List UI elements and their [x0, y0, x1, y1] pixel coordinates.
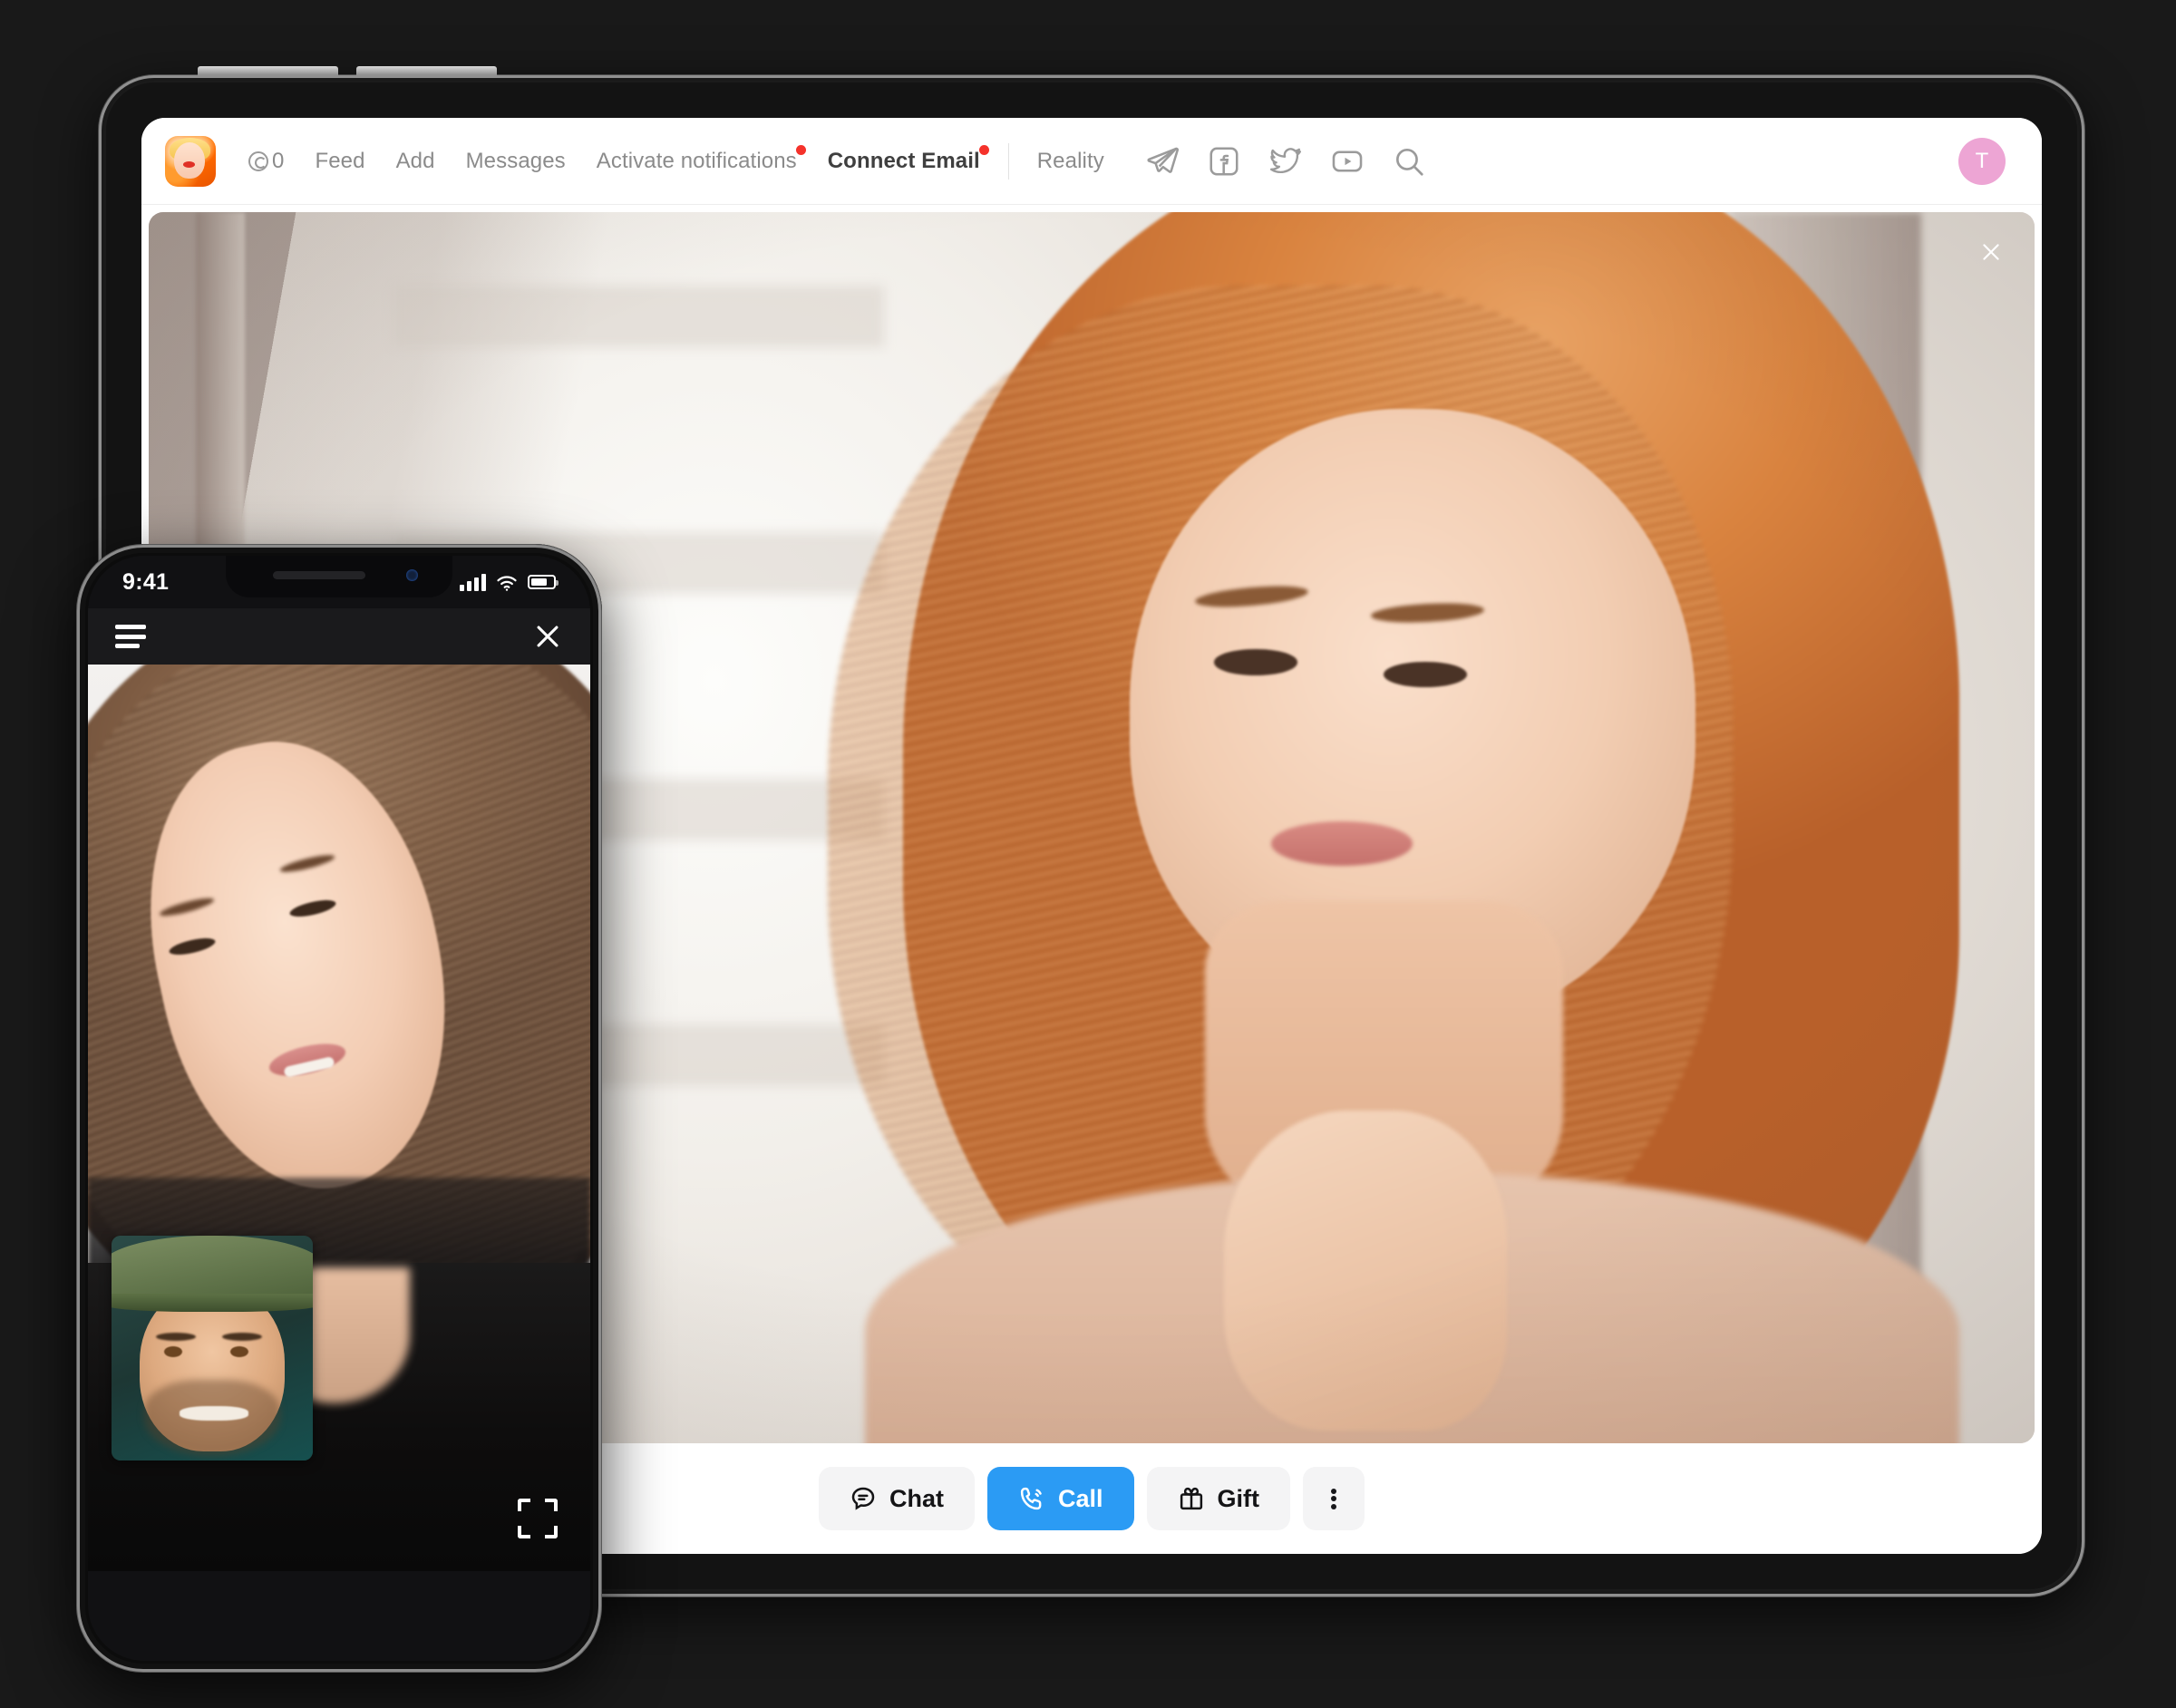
status-time: 9:41 [122, 568, 170, 595]
nav-label-add: Add [395, 148, 435, 173]
nav-item-activate-notifications[interactable]: Activate notifications [581, 141, 812, 181]
nav-item-reality[interactable]: Reality [1022, 141, 1120, 181]
social-icon-group [1145, 144, 1426, 179]
phone-video-area[interactable] [88, 665, 590, 1571]
kebab-dot [1331, 1488, 1337, 1494]
phone-status-bar: 9:41 [88, 556, 590, 608]
pip-cap [112, 1236, 313, 1304]
email-dot-badge [978, 144, 989, 155]
call-label: Call [1057, 1484, 1103, 1512]
pip-brow-right [222, 1332, 263, 1341]
nav-item-add[interactable]: Add [381, 141, 451, 181]
tablet-volume-up-button[interactable] [198, 66, 338, 75]
notification-dot-badge [795, 144, 806, 155]
chat-button[interactable]: Chat [818, 1467, 975, 1530]
call-icon [1020, 1487, 1042, 1510]
status-indicators [460, 573, 559, 591]
chat-icon [851, 1487, 875, 1510]
fullscreen-icon[interactable] [518, 1499, 558, 1538]
nav-item-coins[interactable]: 0 [243, 141, 299, 181]
gift-button[interactable]: Gift [1146, 1467, 1291, 1530]
hamburger-menu-icon[interactable] [115, 625, 146, 648]
kebab-icon [1331, 1486, 1337, 1511]
nav-divider [1007, 142, 1009, 180]
pip-eye-right [229, 1345, 248, 1357]
wifi-icon [496, 574, 518, 591]
chat-label: Chat [889, 1484, 944, 1512]
phone-screen: 9:41 [88, 556, 590, 1661]
nav-label-connect-email: Connect Email [827, 148, 980, 173]
pip-eye-left [163, 1345, 182, 1357]
pip-brow-left [155, 1332, 196, 1341]
search-icon[interactable] [1392, 144, 1426, 179]
pip-mouth [180, 1406, 248, 1422]
coin-icon [248, 150, 268, 171]
self-view-pip[interactable] [112, 1236, 313, 1461]
battery-icon [528, 575, 559, 589]
screenshot-stage: 0 Feed Add Messages Activate notificatio… [0, 0, 2176, 1708]
logo-face-shape [174, 141, 205, 179]
user-avatar[interactable]: T [1958, 137, 2006, 185]
phone-top-bar [88, 608, 590, 665]
nav-items: 0 Feed Add Messages Activate notificatio… [243, 141, 1120, 181]
nav-item-feed[interactable]: Feed [299, 141, 380, 181]
twitter-icon[interactable] [1268, 144, 1303, 179]
top-navigation-bar: 0 Feed Add Messages Activate notificatio… [141, 118, 2042, 205]
nav-label-messages: Messages [465, 148, 566, 173]
nav-label-activate-notifications: Activate notifications [596, 148, 797, 173]
nav-label-feed: Feed [315, 148, 365, 173]
phone-close-icon[interactable] [532, 621, 563, 652]
call-button[interactable]: Call [986, 1467, 1134, 1530]
signal-bars-icon [460, 573, 486, 591]
app-logo-icon[interactable] [165, 135, 216, 187]
youtube-icon[interactable] [1330, 144, 1365, 179]
nav-item-messages[interactable]: Messages [451, 141, 581, 181]
nav-item-connect-email[interactable]: Connect Email [812, 141, 996, 181]
tablet-volume-down-button[interactable] [356, 66, 497, 75]
telegram-icon[interactable] [1145, 144, 1180, 179]
phone-device: 9:41 [76, 544, 602, 1673]
logo-lips-shape [183, 160, 195, 168]
close-icon[interactable] [1971, 232, 2011, 272]
kebab-dot [1331, 1496, 1337, 1501]
avatar-initial: T [1975, 148, 1989, 173]
facebook-icon[interactable] [1207, 144, 1241, 179]
pip-cap-brim [112, 1294, 313, 1313]
more-options-button[interactable] [1303, 1467, 1365, 1530]
kebab-dot [1331, 1503, 1337, 1509]
gift-label: Gift [1217, 1484, 1260, 1512]
nav-label-reality: Reality [1036, 148, 1104, 173]
gift-icon [1180, 1487, 1202, 1510]
phone-remote-video-photo [88, 665, 590, 1290]
coin-count: 0 [272, 148, 285, 173]
